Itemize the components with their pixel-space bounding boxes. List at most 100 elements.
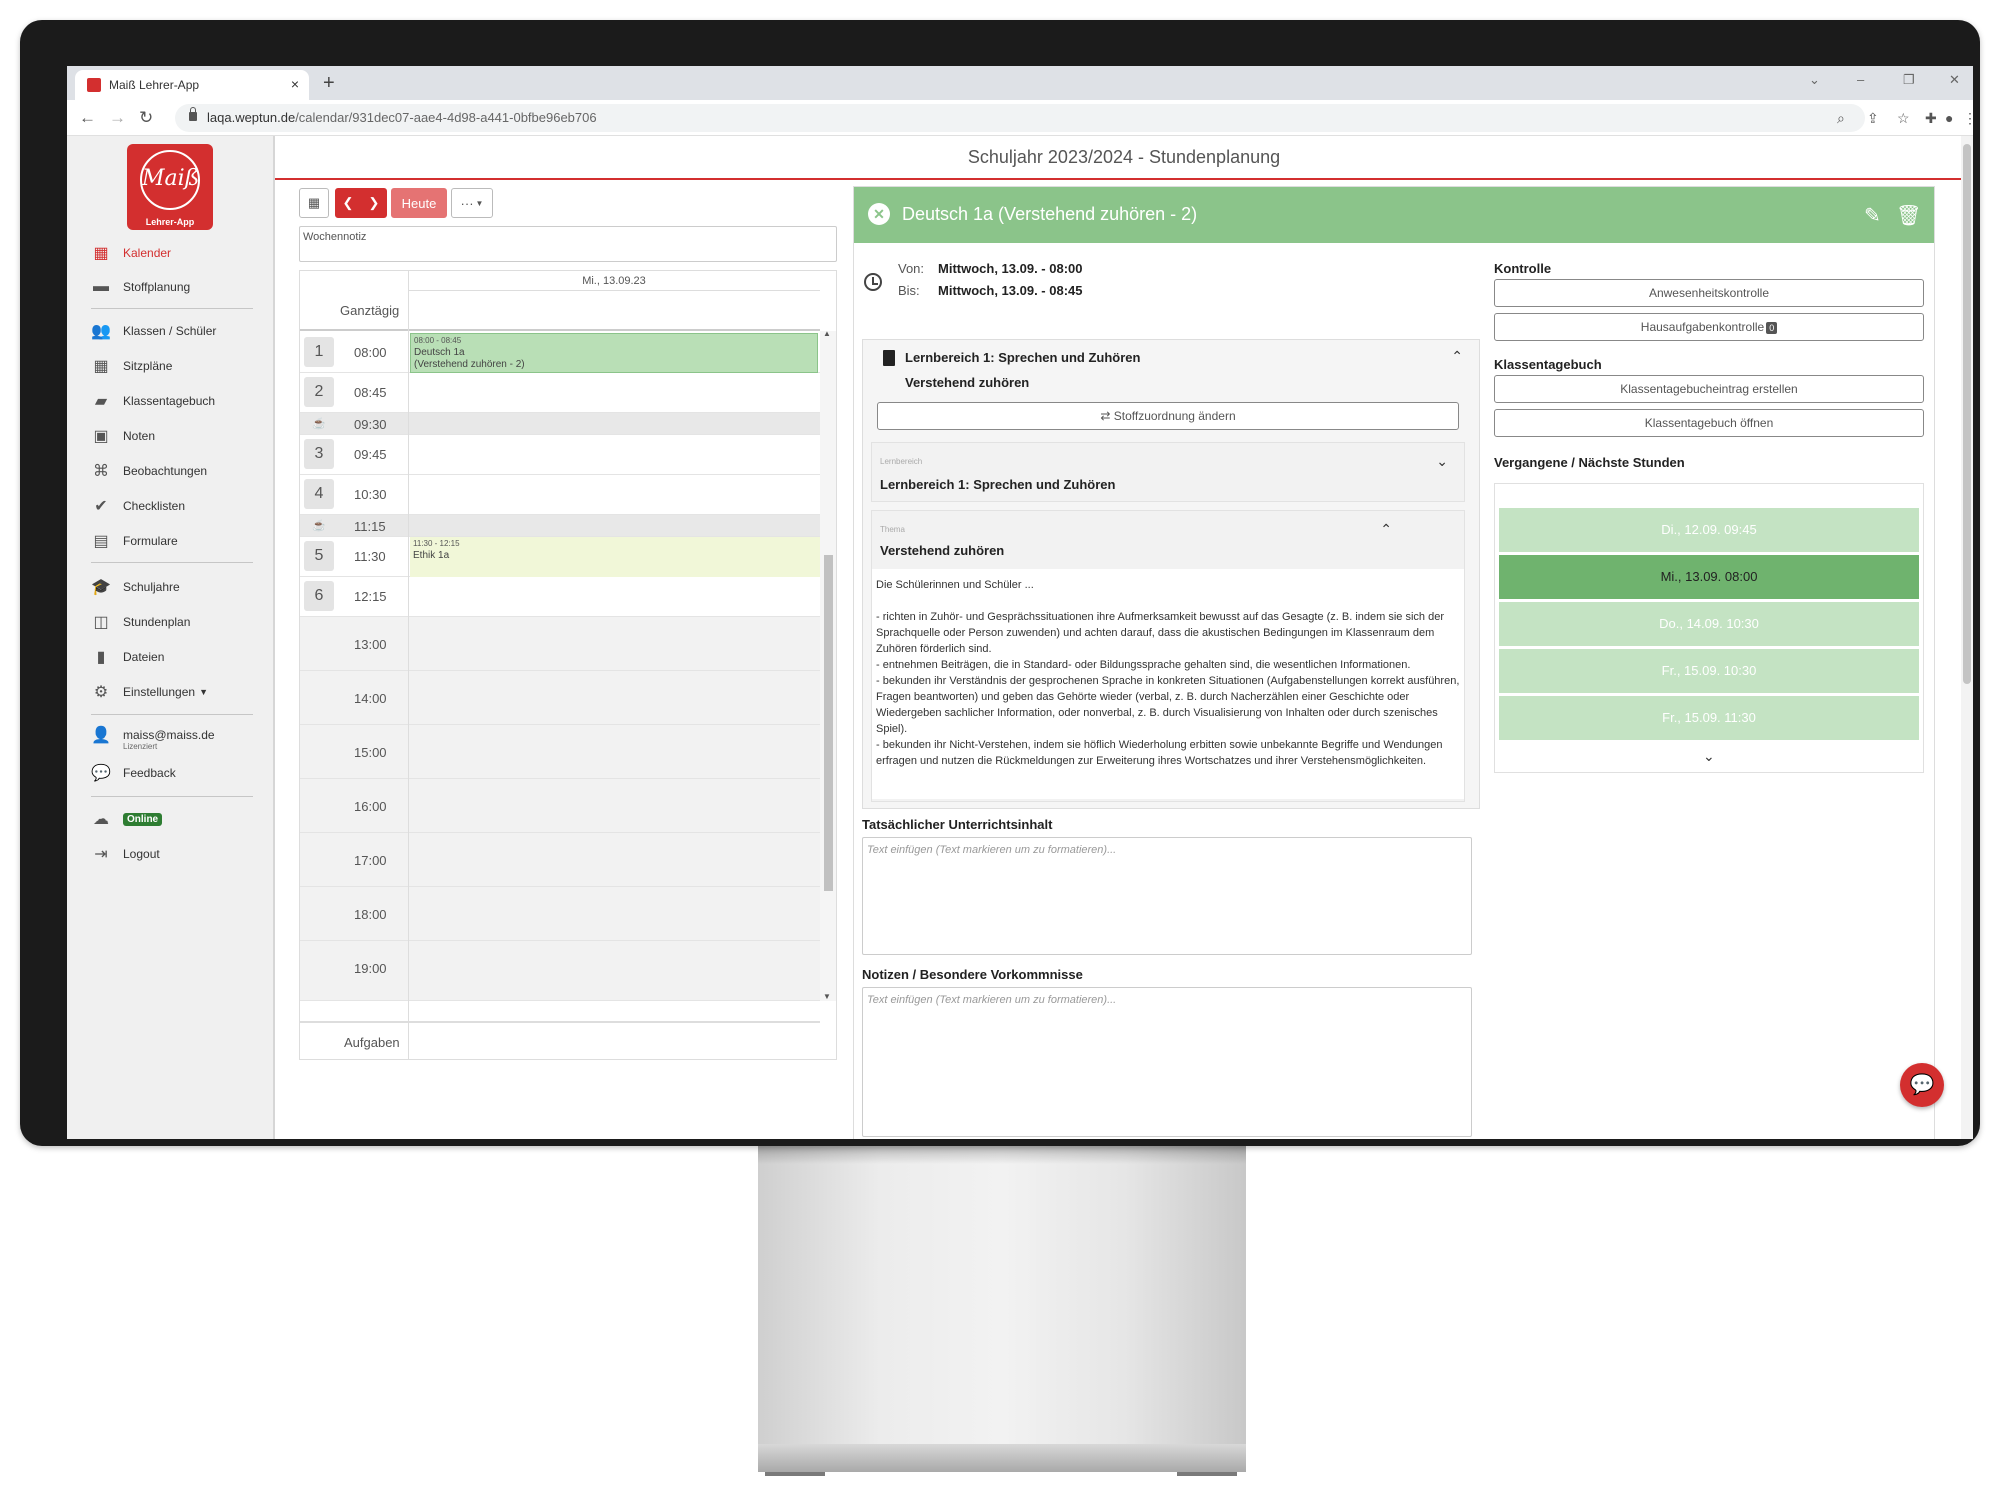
lesson-detail-header: ✕ Deutsch 1a (Verstehend zuhören - 2) ✎ …	[854, 187, 1934, 243]
hour-row[interactable]: 14:00	[300, 671, 820, 725]
window-close-icon[interactable]: ✕	[1949, 72, 1960, 88]
inbox-icon: ▬	[93, 278, 109, 295]
lernbereich-card[interactable]: Lernbereich Lernbereich 1: Sprechen und …	[871, 442, 1465, 502]
scroll-up-icon[interactable]: ▲	[823, 329, 831, 338]
description-line: - entnehmen Beiträgen, die in Standard- …	[876, 659, 1411, 671]
menu-icon[interactable]: ⋮	[1963, 110, 1973, 127]
period-time: 12:15	[354, 589, 387, 604]
attendance-button[interactable]: Anwesenheitskontrolle	[1494, 279, 1924, 307]
change-assignment-button[interactable]: ⇄ Stoffzuordnung ändern	[877, 402, 1459, 430]
lesson-item[interactable]: Fr., 15.09. 11:30	[1499, 696, 1919, 740]
chevron-down-icon[interactable]: ⌄	[1436, 453, 1448, 470]
period-row[interactable]: 2 08:45	[300, 373, 820, 413]
page-scrollbar[interactable]	[1961, 136, 1973, 1139]
reload-icon[interactable]: ↻	[139, 108, 153, 128]
sidebar-item-noten[interactable]: ▣ Noten	[91, 425, 155, 447]
lesson-item[interactable]: Fr., 15.09. 10:30	[1499, 649, 1919, 693]
caret-down-icon: ▼	[475, 198, 484, 208]
back-icon[interactable]: ←	[79, 108, 96, 128]
edit-icon[interactable]: ✎	[1864, 203, 1881, 228]
homework-button-label: Hausaufgabenkontrolle	[1640, 320, 1765, 334]
trash-icon[interactable]: 🗑	[1896, 203, 1921, 228]
more-options-button[interactable]: ··· ▼	[451, 188, 493, 218]
sidebar-item-kalender[interactable]: ▦ Kalender	[91, 242, 171, 264]
homework-button[interactable]: Hausaufgabenkontrolle 0	[1494, 313, 1924, 341]
open-diary-button[interactable]: Klassentagebuch öffnen	[1494, 409, 1924, 437]
new-tab-icon[interactable]: +	[323, 72, 335, 95]
calendar-event[interactable]: 11:30 - 12:15 Ethik 1a	[410, 537, 820, 577]
share-icon[interactable]: ⇪	[1867, 110, 1879, 127]
sidebar-item-checklisten[interactable]: ✔ Checklisten	[91, 495, 185, 517]
hour-row[interactable]: 15:00	[300, 725, 820, 779]
sidebar-item-klassentagebuch[interactable]: ▰ Klassentagebuch	[91, 390, 215, 412]
restore-icon[interactable]: ❐	[1903, 72, 1915, 88]
period-row[interactable]: 4 10:30	[300, 475, 820, 515]
extensions-icon[interactable]: ✚	[1925, 110, 1937, 127]
break-time: 11:15	[354, 519, 386, 534]
app-logo[interactable]: Maiß Lehrer-App	[127, 144, 213, 230]
today-button[interactable]: Heute	[391, 188, 447, 218]
sidebar-item-label: Schuljahre	[123, 580, 180, 594]
sidebar-item-logout[interactable]: ⇥ Logout	[91, 843, 159, 865]
sidebar-item-beobachtungen[interactable]: ⌘ Beobachtungen	[91, 460, 207, 482]
sidebar-item-label: Kalender	[123, 246, 172, 260]
sidebar-item-klassen[interactable]: 👥 Klassen / Schüler	[91, 320, 216, 342]
sidebar-item-formulare[interactable]: ▤ Formulare	[91, 530, 177, 552]
url-field[interactable]: laqa.weptun.de/calendar/931dec07-aae4-4d…	[175, 104, 1865, 132]
logo-emblem: Maiß	[140, 150, 200, 210]
lesson-item-active[interactable]: Mi., 13.09. 08:00	[1499, 555, 1919, 599]
calendar-scrollbar[interactable]: ▲ ▼	[820, 329, 836, 1001]
notes-editor[interactable]: Text einfügen (Text markieren um zu form…	[862, 987, 1472, 1137]
scroll-down-icon[interactable]: ▼	[823, 992, 831, 1001]
browser-addressbar: ← → ↻ laqa.weptun.de/calendar/931dec07-a…	[67, 100, 1973, 136]
sidebar-divider	[91, 562, 253, 563]
sidebar-item-schuljahre[interactable]: 🎓 Schuljahre	[91, 576, 180, 598]
forward-icon[interactable]: →	[109, 108, 126, 128]
hour-row[interactable]: 17:00	[300, 833, 820, 887]
scrollbar-thumb[interactable]	[1963, 144, 1971, 684]
chevron-left-icon: ❮	[342, 195, 354, 210]
browser-tab[interactable]: Maiß Lehrer-App ×	[75, 70, 309, 100]
hour-row[interactable]: 16:00	[300, 779, 820, 833]
datepicker-button[interactable]: ▦	[299, 188, 329, 218]
calendar-event[interactable]: 08:00 - 08:45 Deutsch 1a (Verstehend zuh…	[410, 333, 818, 373]
hour-row[interactable]: 18:00	[300, 887, 820, 941]
chevron-up-icon[interactable]: ⌃	[1380, 521, 1392, 538]
hour-row[interactable]: 19:00	[300, 941, 820, 1001]
zoom-icon[interactable]: ⌕	[1837, 110, 1845, 127]
prev-day-button[interactable]: ❮	[335, 188, 361, 218]
minimize-icon[interactable]: –	[1857, 72, 1864, 87]
close-circle-icon[interactable]: ✕	[868, 203, 890, 225]
sidebar-item-dateien[interactable]: ▮ Dateien	[91, 646, 165, 668]
tasks-row[interactable]: Aufgaben	[300, 1021, 820, 1059]
sidebar-item-feedback[interactable]: 💬 Feedback	[91, 762, 176, 784]
sidebar-item-sitzplaene[interactable]: ▦ Sitzpläne	[91, 355, 172, 377]
chevron-down-icon[interactable]: ⌄	[1703, 748, 1715, 765]
profile-icon[interactable]: ●	[1945, 110, 1953, 126]
hour-row[interactable]: 13:00	[300, 617, 820, 671]
curriculum-subtitle: Verstehend zuhören	[905, 375, 1030, 390]
sidebar-item-label: Beobachtungen	[123, 464, 208, 478]
from-value: Mittwoch, 13.09. - 08:00	[938, 261, 1083, 276]
lesson-item[interactable]: Di., 12.09. 09:45	[1499, 508, 1919, 552]
actual-content-editor[interactable]: Text einfügen (Text markieren um zu form…	[862, 837, 1472, 955]
period-row[interactable]: 3 09:45	[300, 435, 820, 475]
create-diary-entry-button[interactable]: Klassentagebucheintrag erstellen	[1494, 375, 1924, 403]
sidebar-item-stoffplanung[interactable]: ▬ Stoffplanung	[91, 276, 190, 298]
period-row[interactable]: 6 12:15	[300, 577, 820, 617]
week-note-input[interactable]: Wochennotiz	[299, 226, 837, 262]
tab-close-icon[interactable]: ×	[291, 76, 299, 92]
sidebar-item-einstellungen[interactable]: ⚙ Einstellungen ▼	[91, 681, 208, 703]
lesson-item[interactable]: Do., 14.09. 10:30	[1499, 602, 1919, 646]
scrollbar-thumb[interactable]	[824, 555, 833, 891]
tab-search-icon[interactable]: ⌄	[1809, 72, 1820, 88]
next-day-button[interactable]: ❯	[361, 188, 387, 218]
lesson-detail-panel: ✕ Deutsch 1a (Verstehend zuhören - 2) ✎ …	[853, 186, 1935, 1139]
chat-button[interactable]: 💬	[1900, 1063, 1944, 1107]
sidebar-item-stundenplan[interactable]: ◫ Stundenplan	[91, 611, 190, 633]
coffee-icon: ☕	[312, 520, 326, 532]
calendar-column-divider	[408, 271, 409, 1059]
chevron-up-icon[interactable]: ⌃	[1451, 348, 1463, 365]
bookmark-star-icon[interactable]: ☆	[1897, 110, 1910, 127]
logo-subtitle: Lehrer-App	[145, 217, 195, 227]
